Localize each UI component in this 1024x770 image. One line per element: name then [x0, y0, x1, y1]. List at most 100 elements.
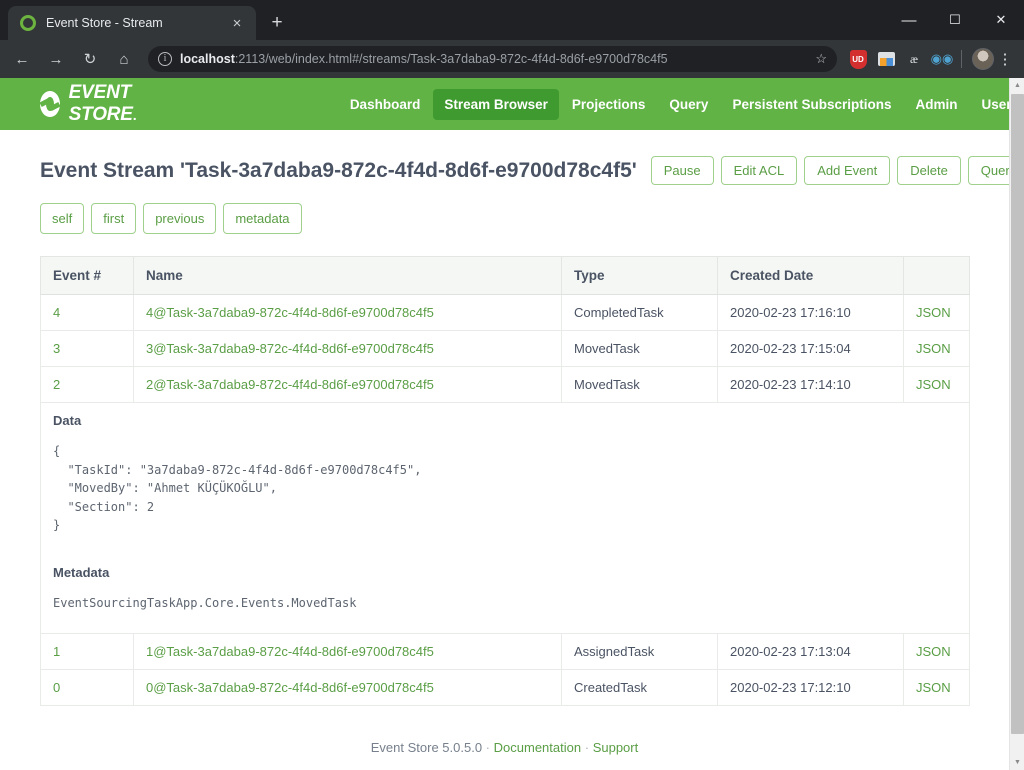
profile-avatar[interactable]: [972, 48, 994, 70]
cell-event-number[interactable]: 3: [40, 330, 134, 367]
site-info-icon[interactable]: i: [158, 52, 172, 66]
cell-event-name[interactable]: 1@Task-3a7daba9-872c-4f4d-8d6f-e9700d78c…: [133, 632, 562, 670]
new-tab-button[interactable]: +: [262, 8, 292, 38]
delete-button[interactable]: Delete: [897, 156, 961, 185]
nav-item-query[interactable]: Query: [658, 89, 719, 120]
app-nav-links: Dashboard Stream Browser Projections Que…: [339, 88, 1024, 120]
metadata-body: EventSourcingTaskApp.Core.Events.MovedTa…: [53, 595, 357, 610]
col-event-number: Event #: [40, 256, 134, 295]
cell-format-link[interactable]: JSON: [903, 668, 970, 706]
expanded-event-row: Data { "TaskId": "3a7daba9-872c-4f4d-8d6…: [40, 402, 970, 634]
image-downloader-icon[interactable]: [873, 46, 899, 72]
cell-event-name[interactable]: 2@Task-3a7daba9-872c-4f4d-8d6f-e9700d78c…: [133, 366, 562, 403]
scrollbar-thumb[interactable]: [1011, 94, 1024, 734]
url-path: :2113/web/index.html#/streams/Task-3a7da…: [234, 52, 668, 66]
cell-format-link[interactable]: JSON: [903, 366, 970, 403]
window-close-button[interactable]: ✕: [978, 0, 1024, 40]
browser-toolbar: ← → ↻ ⌂ i localhost:2113/web/index.html#…: [0, 40, 1024, 78]
paging-previous-button[interactable]: previous: [143, 203, 217, 234]
nav-item-dashboard[interactable]: Dashboard: [339, 89, 432, 120]
address-bar[interactable]: i localhost:2113/web/index.html#/streams…: [148, 46, 837, 72]
support-link[interactable]: Support: [593, 740, 639, 755]
eventstore-ring-icon: [20, 15, 36, 31]
cell-event-type: MovedTask: [561, 366, 718, 403]
cell-event-name[interactable]: 3@Task-3a7daba9-872c-4f4d-8d6f-e9700d78c…: [133, 330, 562, 367]
page-scrollbar[interactable]: ▲ ▼: [1009, 78, 1024, 770]
page-title: Event Stream 'Task-3a7daba9-872c-4f4d-8d…: [40, 158, 637, 182]
expanded-event-detail: Data { "TaskId": "3a7daba9-872c-4f4d-8d6…: [40, 402, 970, 634]
bookmark-star-icon[interactable]: ☆: [815, 51, 827, 67]
table-header-row: Event # Name Type Created Date: [40, 256, 970, 295]
home-icon[interactable]: ⌂: [110, 45, 138, 73]
cell-format-link[interactable]: JSON: [903, 632, 970, 670]
cell-event-type: MovedTask: [561, 330, 718, 367]
data-heading: Data: [53, 413, 82, 428]
cell-event-type: CompletedTask: [561, 294, 718, 331]
add-event-button[interactable]: Add Event: [804, 156, 891, 185]
browser-titlebar: Event Store - Stream × + — ☐ ✕: [0, 0, 1024, 40]
cell-event-name[interactable]: 4@Task-3a7daba9-872c-4f4d-8d6f-e9700d78c…: [133, 294, 562, 331]
tab-title: Event Store - Stream: [46, 16, 163, 30]
paging-self-button[interactable]: self: [40, 203, 85, 234]
data-json-body: { "TaskId": "3a7daba9-872c-4f4d-8d6f-e97…: [53, 444, 422, 533]
pause-button[interactable]: Pause: [650, 156, 714, 185]
table-row[interactable]: 4 4@Task-3a7daba9-872c-4f4d-8d6f-e9700d7…: [40, 294, 970, 331]
owl-extension-icon[interactable]: ◉◉: [929, 46, 955, 72]
page-footer: Event Store 5.0.5.0 · Documentation · Su…: [40, 740, 969, 770]
events-table-body: 4 4@Task-3a7daba9-872c-4f4d-8d6f-e9700d7…: [40, 294, 970, 706]
metadata-heading: Metadata: [53, 564, 110, 580]
cell-event-number[interactable]: 0: [40, 668, 134, 706]
cell-event-name[interactable]: 0@Task-3a7daba9-872c-4f4d-8d6f-e9700d78c…: [133, 668, 562, 706]
page-content: Event Stream 'Task-3a7daba9-872c-4f4d-8d…: [0, 156, 1024, 770]
toolbar-divider: [961, 50, 962, 68]
maximize-button[interactable]: ☐: [932, 0, 978, 40]
nav-item-stream-browser[interactable]: Stream Browser: [433, 88, 559, 120]
edit-acl-button[interactable]: Edit ACL: [720, 156, 798, 185]
chrome-menu-icon[interactable]: ⋮: [994, 50, 1016, 68]
cell-event-number[interactable]: 1: [40, 632, 134, 670]
table-row[interactable]: 1 1@Task-3a7daba9-872c-4f4d-8d6f-e9700d7…: [40, 632, 970, 670]
forward-icon[interactable]: →: [42, 45, 70, 73]
minimize-button[interactable]: —: [886, 0, 932, 40]
eventstore-logo-icon: [40, 91, 60, 117]
documentation-link[interactable]: Documentation: [494, 740, 581, 755]
brand-text: EVENT STORE.: [68, 82, 137, 125]
nav-item-projections[interactable]: Projections: [561, 89, 657, 120]
close-icon[interactable]: ×: [226, 12, 248, 34]
col-format: [903, 256, 970, 295]
paging-metadata-button[interactable]: metadata: [223, 203, 302, 234]
events-table-head: Event # Name Type Created Date: [40, 256, 970, 295]
footer-version: Event Store 5.0.5.0: [370, 739, 483, 755]
cell-created-date: 2020-02-23 17:16:10: [717, 294, 904, 331]
cell-created-date: 2020-02-23 17:12:10: [717, 668, 904, 706]
ae-extension-icon[interactable]: æ: [901, 46, 927, 72]
browser-window: Event Store - Stream × + — ☐ ✕ ← → ↻ ⌂ i…: [0, 0, 1024, 770]
nav-item-admin[interactable]: Admin: [904, 89, 968, 120]
table-row[interactable]: 0 0@Task-3a7daba9-872c-4f4d-8d6f-e9700d7…: [40, 668, 970, 706]
footer-separator: ·: [584, 739, 590, 755]
cell-event-type: AssignedTask: [561, 632, 718, 670]
cell-event-type: CreatedTask: [561, 668, 718, 706]
app-navbar: EVENT STORE. Dashboard Stream Browser Pr…: [0, 78, 1019, 130]
paging-first-button[interactable]: first: [91, 203, 137, 234]
col-name: Name: [133, 256, 562, 295]
events-table: Event # Name Type Created Date 4 4@Task-…: [40, 256, 970, 706]
scroll-up-arrow-icon[interactable]: ▲: [1010, 78, 1024, 93]
table-row[interactable]: 3 3@Task-3a7daba9-872c-4f4d-8d6f-e9700d7…: [40, 330, 970, 367]
paging-links: self first previous metadata: [40, 203, 969, 234]
browser-tab[interactable]: Event Store - Stream ×: [8, 6, 256, 40]
cell-format-link[interactable]: JSON: [903, 294, 970, 331]
scroll-down-arrow-icon[interactable]: ▼: [1010, 755, 1024, 770]
reload-icon[interactable]: ↻: [76, 45, 104, 73]
cell-event-number[interactable]: 2: [40, 366, 134, 403]
ublock-origin-icon[interactable]: UD: [845, 46, 871, 72]
app-brand[interactable]: EVENT STORE.: [40, 82, 143, 126]
back-icon[interactable]: ←: [8, 45, 36, 73]
cell-created-date: 2020-02-23 17:13:04: [717, 632, 904, 670]
table-row[interactable]: 2 2@Task-3a7daba9-872c-4f4d-8d6f-e9700d7…: [40, 366, 970, 403]
event-store-page: EVENT STORE. Dashboard Stream Browser Pr…: [0, 78, 1024, 770]
nav-item-persistent-subscriptions[interactable]: Persistent Subscriptions: [721, 89, 902, 120]
cell-event-number[interactable]: 4: [40, 294, 134, 331]
cell-created-date: 2020-02-23 17:14:10: [717, 366, 904, 403]
cell-format-link[interactable]: JSON: [903, 330, 970, 367]
